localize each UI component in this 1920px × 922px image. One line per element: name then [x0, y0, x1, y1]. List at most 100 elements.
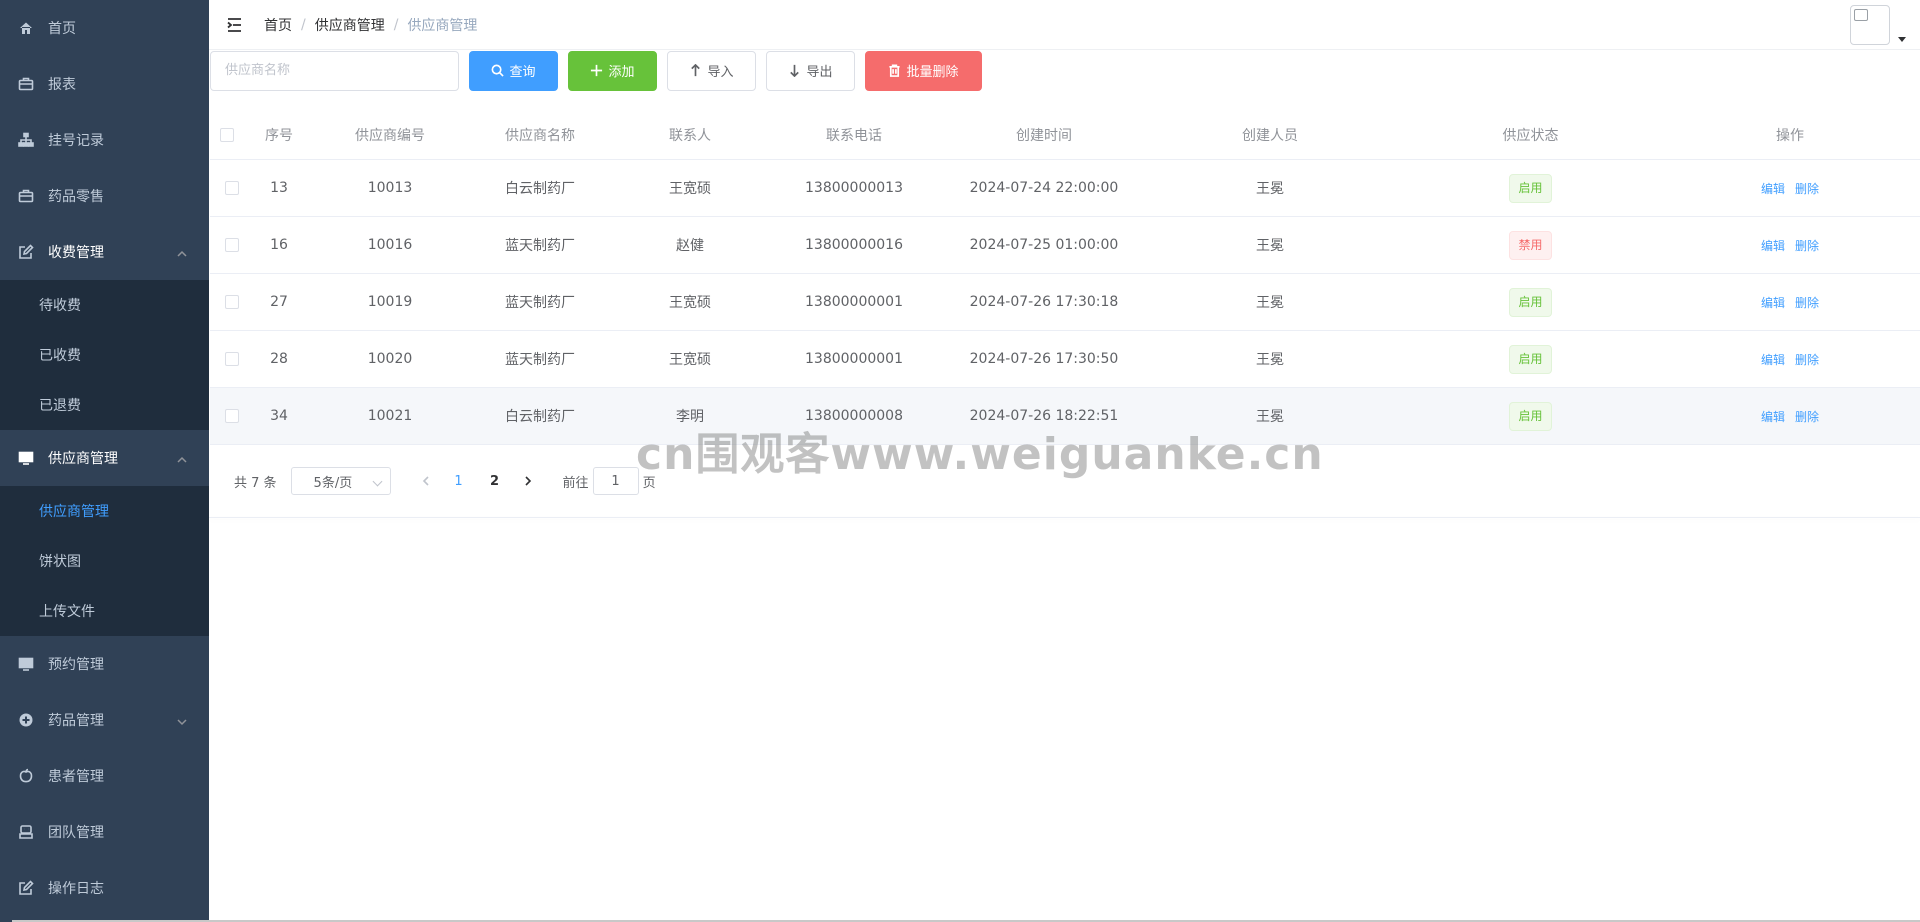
sidebar-item-label: 供应商管理 [48, 451, 118, 467]
cell-time: 2024-07-26 17:30:50 [969, 351, 1119, 367]
sidebar-subitem-pending-fee[interactable]: 待收费 [0, 280, 209, 330]
row-checkbox[interactable] [225, 181, 239, 195]
table-row[interactable]: 16 10016 蓝天制药厂 赵健 13800000016 2024-07-25… [210, 217, 1920, 274]
sidebar-item-operation-log[interactable]: 操作日志 [0, 860, 209, 916]
breadcrumb-separator: / [393, 16, 399, 33]
prev-page-button[interactable] [411, 467, 441, 495]
sidebar-subitem-upload-file[interactable]: 上传文件 [0, 586, 209, 636]
arrow-down-icon [790, 64, 800, 77]
home-icon [18, 20, 34, 36]
edit-icon [18, 880, 34, 896]
team-icon [18, 824, 34, 840]
delete-link[interactable]: 删除 [1795, 296, 1819, 310]
menu-toggle-icon[interactable] [225, 14, 247, 36]
sidebar-item-supplier-management[interactable]: 供应商管理 [0, 430, 209, 486]
avatar[interactable] [1850, 5, 1890, 45]
sidebar-item-fee-management[interactable]: 收费管理 [0, 224, 209, 280]
delete-link[interactable]: 删除 [1795, 182, 1819, 196]
row-select-cell [210, 181, 250, 195]
row-select-cell [210, 238, 250, 252]
sidebar-item-appointment[interactable]: 预约管理 [0, 636, 209, 692]
table-row[interactable]: 28 10020 蓝天制药厂 王宽硕 13800000001 2024-07-2… [210, 331, 1920, 388]
table-row[interactable]: 34 10021 白云制药厂 李明 13800000008 2024-07-26… [210, 388, 1920, 445]
cell-name: 白云制药厂 [505, 181, 575, 197]
column-header: 供应商名称 [505, 127, 575, 144]
batch-delete-button-label: 批量删除 [906, 65, 959, 80]
export-button[interactable]: 导出 [766, 50, 855, 91]
column-header: 操作 [1776, 127, 1804, 144]
row-checkbox[interactable] [225, 409, 239, 423]
chevron-up-icon [177, 453, 187, 463]
sidebar-item-patient-management[interactable]: 患者管理 [0, 748, 209, 804]
table-header: 序号 供应商编号 供应商名称 联系人 联系电话 创建时间 创建人员 供应状态 操… [210, 110, 1920, 160]
cell-contact: 王宽硕 [669, 181, 711, 197]
sidebar-item-label: 药品零售 [48, 189, 104, 205]
import-button-label: 导入 [707, 65, 734, 80]
cell-phone: 13800000016 [805, 237, 903, 253]
sidebar-item-home[interactable]: 首页 [0, 0, 209, 56]
table-row[interactable]: 13 10013 白云制药厂 王宽硕 13800000013 2024-07-2… [210, 160, 1920, 217]
page-number-2[interactable]: 2 [477, 467, 513, 495]
cell-name: 白云制药厂 [505, 409, 575, 425]
sidebar-subitem-pie-chart[interactable]: 饼状图 [0, 536, 209, 586]
add-button[interactable]: 添加 [568, 50, 657, 91]
user-menu[interactable] [1850, 5, 1906, 45]
cell-actions: 编辑 删除 [1673, 408, 1907, 425]
page-number-1[interactable]: 1 [441, 467, 477, 495]
select-all-checkbox[interactable] [220, 127, 234, 142]
sidebar-item-label: 首页 [48, 21, 76, 37]
batch-delete-button[interactable]: 批量删除 [865, 50, 982, 91]
edit-link[interactable]: 编辑 [1761, 296, 1785, 310]
cell-phone: 13800000001 [805, 294, 903, 310]
cell-contact: 王宽硕 [669, 352, 711, 368]
pagination: 共 7 条 5条/页 1 2 前往 页 [234, 467, 656, 495]
query-button[interactable]: 查询 [469, 50, 558, 91]
sidebar-item-drug-management[interactable]: 药品管理 [0, 692, 209, 748]
row-checkbox[interactable] [225, 238, 239, 252]
cell-creator: 王冕 [1256, 409, 1284, 425]
sidebar-item-label: 挂号记录 [48, 133, 104, 149]
sidebar-item-registration[interactable]: 挂号记录 [0, 112, 209, 168]
breadcrumb: 首页 / 供应商管理 / 供应商管理 [264, 15, 477, 35]
row-checkbox[interactable] [225, 295, 239, 309]
cell-status: 启用 [1388, 401, 1673, 431]
query-button-label: 查询 [509, 65, 536, 80]
delete-link[interactable]: 删除 [1795, 353, 1819, 367]
import-button[interactable]: 导入 [667, 50, 756, 91]
page-size-select[interactable]: 5条/页 [290, 467, 391, 495]
supplier-table: 序号 供应商编号 供应商名称 联系人 联系电话 创建时间 创建人员 供应状态 操… [210, 110, 1920, 445]
supplier-name-search-input[interactable] [210, 50, 459, 91]
page-size-value: 5条/页 [313, 475, 353, 491]
plus-circle-icon [18, 712, 34, 728]
edit-link[interactable]: 编辑 [1761, 353, 1785, 367]
delete-link[interactable]: 删除 [1795, 410, 1819, 424]
sidebar-item-label: 预约管理 [48, 657, 104, 673]
sidebar-item-drug-retail[interactable]: 药品零售 [0, 168, 209, 224]
briefcase-icon [18, 188, 34, 204]
sidebar-item-report[interactable]: 报表 [0, 56, 209, 112]
cell-time: 2024-07-25 01:00:00 [969, 237, 1119, 253]
tree-icon [18, 132, 34, 148]
breadcrumb-supplier-management[interactable]: 供应商管理 [315, 15, 385, 35]
sidebar-subitem-refunded[interactable]: 已退费 [0, 380, 209, 430]
sidebar-subitem-paid[interactable]: 已收费 [0, 330, 209, 380]
cell-time: 2024-07-24 22:00:00 [969, 180, 1119, 196]
edit-link[interactable]: 编辑 [1761, 182, 1785, 196]
goto-page-input[interactable] [592, 467, 639, 495]
table-row[interactable]: 27 10019 蓝天制药厂 王宽硕 13800000001 2024-07-2… [210, 274, 1920, 331]
trash-icon [889, 64, 901, 77]
next-page-button[interactable] [513, 467, 543, 495]
edit-link[interactable]: 编辑 [1761, 239, 1785, 253]
breadcrumb-home[interactable]: 首页 [264, 15, 292, 35]
row-checkbox[interactable] [225, 352, 239, 366]
goto-suffix: 页 [642, 475, 656, 491]
sidebar-subitem-supplier-management[interactable]: 供应商管理 [0, 486, 209, 536]
edit-link[interactable]: 编辑 [1761, 410, 1785, 424]
chevron-right-icon [524, 476, 531, 486]
delete-link[interactable]: 删除 [1795, 239, 1819, 253]
fee-submenu: 待收费 已收费 已退费 [0, 280, 209, 430]
caret-down-icon[interactable] [1898, 37, 1906, 42]
page-jumper: 前往 页 [563, 467, 656, 495]
sidebar-item-team-management[interactable]: 团队管理 [0, 804, 209, 860]
cell-time: 2024-07-26 17:30:18 [969, 294, 1119, 310]
